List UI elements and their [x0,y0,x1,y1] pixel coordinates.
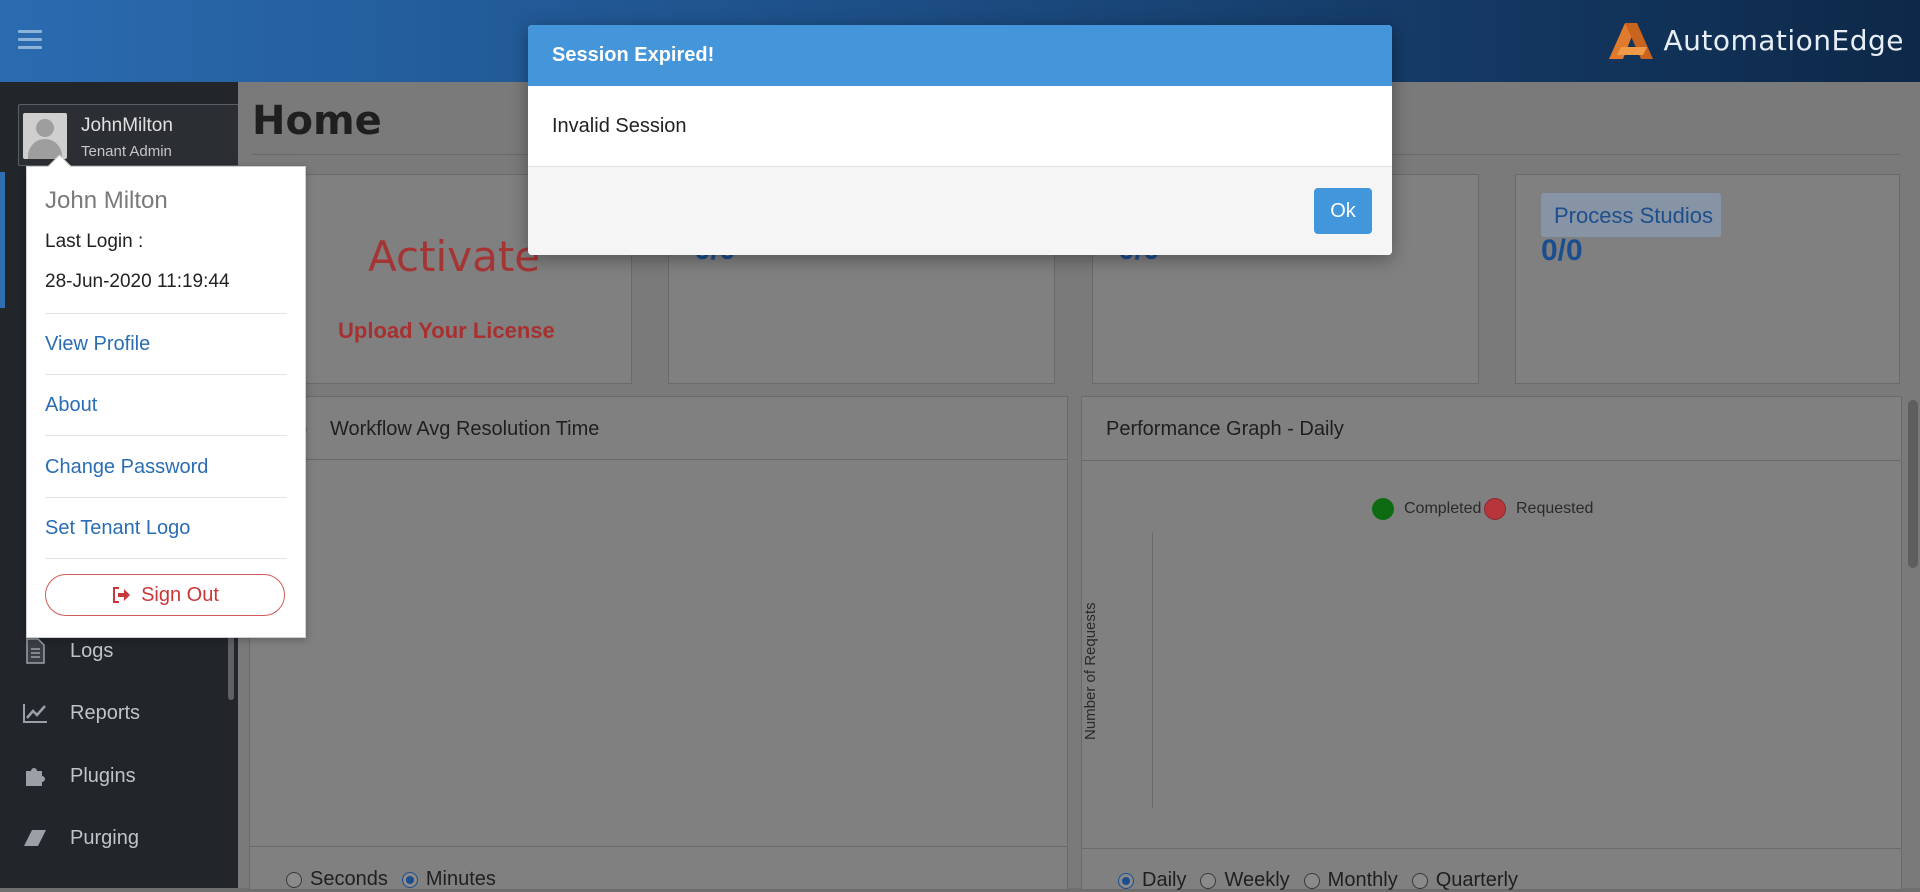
performance-panel [1081,396,1902,890]
sidebar-item-purging[interactable]: Purging [18,818,218,858]
divider [45,313,287,314]
view-profile-link[interactable]: View Profile [45,333,150,356]
user-menu-toggle[interactable]: JohnMilton Tenant Admin [18,104,240,166]
divider [249,459,1067,460]
divider [1081,460,1901,461]
set-tenant-logo-link[interactable]: Set Tenant Logo [45,517,190,540]
profile-full-name: John Milton [45,187,168,214]
change-password-link[interactable]: Change Password [45,456,208,479]
session-expired-modal: Session Expired! Invalid Session Ok [528,25,1392,255]
sidebar-item-label: Purging [70,826,139,849]
brand-logo-mark-icon [1607,19,1657,61]
divider [45,374,287,375]
modal-message: Invalid Session [552,115,687,137]
legend-requested[interactable]: Requested [1484,498,1593,520]
divider [45,558,287,559]
last-login-label: Last Login : [45,231,144,252]
seconds-radio[interactable] [286,871,302,888]
ok-button[interactable]: Ok [1314,188,1372,234]
license-headline: Activate [368,232,541,281]
legend-completed[interactable]: Completed [1372,498,1481,520]
legend-label: Requested [1516,500,1594,517]
sign-out-button[interactable]: Sign Out [45,574,285,616]
stat-label: Process Studios [1554,203,1713,228]
sidebar-item-label: Reports [70,701,141,724]
legend-label: Completed [1404,500,1482,517]
profile-dropdown: John Milton Last Login : 28-Jun-2020 11:… [26,154,306,638]
stat-value: 0/0 [1541,234,1583,267]
weekly-radio[interactable] [1200,872,1217,889]
sidebar-item-plugins[interactable]: Plugins [18,756,218,796]
divider [45,435,287,436]
divider [249,846,1067,847]
radio-label: Monthly [1327,869,1398,891]
legend-swatch-requested [1484,498,1506,520]
line-chart-icon [18,699,52,727]
y-axis-label: Number of Requests [1082,602,1099,740]
divider [1081,848,1901,849]
page-title: Home [252,98,382,144]
sidebar-active-indicator [0,172,5,308]
user-role: Tenant Admin [81,143,172,160]
main-scrollbar[interactable] [1908,400,1918,568]
file-icon [18,637,52,665]
avatar [23,113,67,159]
hamburger-menu-icon[interactable] [18,30,42,50]
y-axis-line [1152,532,1153,808]
divider [45,497,287,498]
legend-swatch-completed [1372,498,1394,520]
radio-label: Quarterly [1435,869,1518,891]
period-radio-group: Daily Weekly Monthly Quarterly [1104,869,1518,892]
sidebar-item-label: Logs [70,639,114,662]
daily-radio[interactable] [1118,872,1134,889]
upload-license-link[interactable]: Upload Your License [338,318,555,344]
radio-label: Weekly [1224,869,1290,891]
workflow-panel-title: Workflow Avg Resolution Time [330,418,600,440]
modal-footer [528,166,1392,255]
monthly-radio[interactable] [1303,872,1320,889]
sidebar-item-reports[interactable]: Reports [18,693,218,733]
puzzle-icon [18,762,52,790]
sign-out-label: Sign Out [141,583,219,606]
eraser-icon [18,824,52,852]
about-link[interactable]: About [45,394,97,417]
last-login-value: 28-Jun-2020 11:19:44 [45,271,230,292]
workflow-panel [249,396,1068,890]
modal-title: Session Expired! [552,44,715,66]
performance-panel-title: Performance Graph - Daily [1106,418,1344,440]
user-name: JohnMilton [81,115,173,136]
minutes-radio[interactable] [401,871,418,888]
brand-logo: AutomationEdge [1607,18,1904,62]
radio-label: Daily [1142,869,1187,891]
quarterly-radio[interactable] [1411,872,1428,889]
brand-name: AutomationEdge [1663,23,1904,57]
sign-out-icon [111,586,131,604]
sidebar-item-label: Plugins [70,764,136,787]
